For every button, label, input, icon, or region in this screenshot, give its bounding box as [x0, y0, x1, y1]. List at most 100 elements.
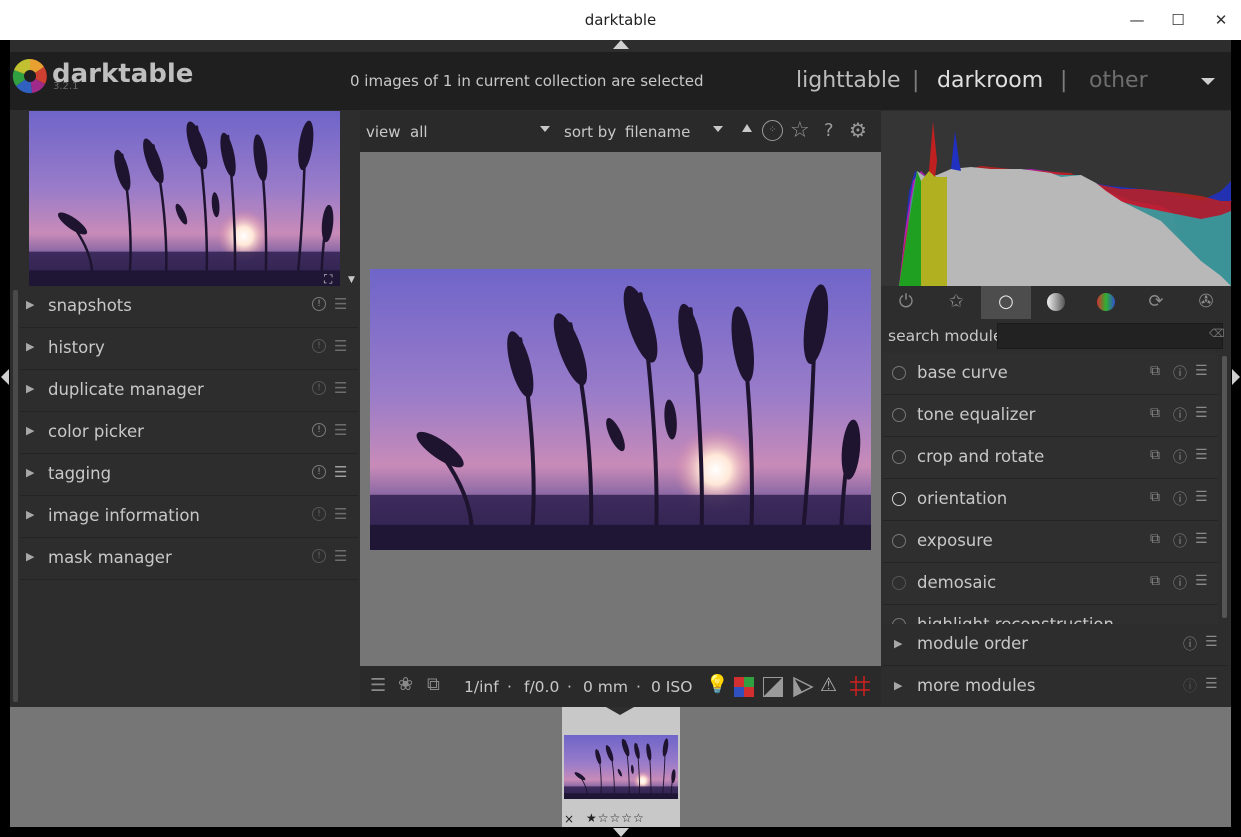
favorites-star-icon[interactable]: ✩ — [942, 289, 970, 315]
guides-icon[interactable] — [792, 676, 814, 698]
presets-menu-icon[interactable]: ☰ — [334, 379, 347, 397]
presets-menu-icon[interactable]: ☰ — [334, 295, 347, 313]
module-base-curve[interactable]: base curve ⧉ ⓘ ☰ — [883, 353, 1218, 395]
reset-icon[interactable]: ! — [312, 549, 326, 563]
presets-menu-icon[interactable]: ☰ — [334, 463, 347, 481]
module-color-picker[interactable]: ▶ color picker ! ☰ — [20, 412, 358, 454]
sort-dropdown-icon[interactable] — [713, 126, 723, 132]
reset-icon[interactable]: ! — [312, 507, 326, 521]
collapse-bottom-panel-arrow[interactable] — [613, 828, 629, 837]
filmstrip-thumbnail[interactable]: × ★☆☆☆☆ — [562, 707, 680, 827]
module-tone-equalizer[interactable]: tone equalizer ⧉ ⓘ ☰ — [883, 395, 1218, 437]
maximize-button[interactable]: ☐ — [1166, 8, 1190, 32]
presets-menu-icon[interactable]: ☰ — [1205, 676, 1218, 692]
lightbulb-icon[interactable]: 💡 — [706, 674, 728, 695]
reset-icon[interactable]: ! — [312, 381, 326, 395]
module-crop-and-rotate[interactable]: crop and rotate ⧉ ⓘ ☰ — [883, 437, 1218, 479]
presets-menu-icon[interactable]: ☰ — [334, 337, 347, 355]
collapse-right-panel-arrow[interactable] — [1232, 369, 1240, 385]
module-order[interactable]: ▶ module order ⓘ ☰ — [883, 624, 1228, 666]
multi-instance-icon[interactable]: ⧉ — [1150, 405, 1160, 421]
reset-icon[interactable]: ⓘ — [1173, 447, 1187, 467]
sort-order-icon[interactable] — [742, 124, 752, 132]
gamut-check-icon[interactable] — [763, 677, 783, 697]
collapse-top-panel-arrow[interactable] — [613, 40, 629, 49]
view-filter-select[interactable]: all — [410, 123, 428, 141]
module-snapshots[interactable]: ▶ snapshots ! ☰ — [20, 286, 358, 328]
reset-icon[interactable]: ⓘ — [1173, 405, 1187, 425]
multi-instance-icon[interactable]: ⧉ — [1150, 447, 1160, 463]
basic-group-circle-icon[interactable]: ○ — [992, 289, 1020, 315]
presets-menu-icon[interactable]: ☰ — [334, 421, 347, 439]
module-demosaic[interactable]: demosaic ⧉ ⓘ ☰ — [883, 563, 1218, 605]
reset-icon[interactable]: ⓘ — [1173, 489, 1187, 509]
minimize-button[interactable]: — — [1125, 8, 1149, 32]
tone-group-icon[interactable] — [1042, 289, 1070, 315]
module-power-icon[interactable] — [892, 492, 906, 506]
presets-menu-icon[interactable]: ☰ — [334, 547, 347, 565]
module-power-icon[interactable] — [892, 534, 906, 548]
navigation-thumbnail[interactable] — [29, 111, 340, 286]
view-other[interactable]: other — [1089, 68, 1148, 93]
second-window-icon[interactable]: ⧉ — [427, 674, 440, 695]
star-filter-icon[interactable]: ☆ — [790, 118, 810, 143]
reset-icon[interactable]: ! — [312, 339, 326, 353]
module-image-information[interactable]: ▶ image information ! ☰ — [20, 496, 358, 538]
module-power-icon[interactable] — [892, 408, 906, 422]
reject-icon[interactable]: × — [564, 812, 574, 826]
view-lighttable[interactable]: lighttable — [796, 68, 900, 93]
module-duplicate-manager[interactable]: ▶ duplicate manager ! ☰ — [20, 370, 358, 412]
quick-access-icon[interactable]: ☰ — [370, 675, 386, 696]
softproof-icon[interactable] — [734, 677, 754, 697]
collapse-left-panel-arrow[interactable] — [1, 369, 9, 385]
styles-icon[interactable]: ❀ — [398, 674, 413, 695]
close-button[interactable]: ✕ — [1209, 8, 1233, 32]
multi-instance-icon[interactable]: ⧉ — [1150, 363, 1160, 379]
module-power-icon[interactable] — [892, 450, 906, 464]
views-dropdown-icon[interactable] — [1201, 78, 1215, 85]
module-orientation[interactable]: orientation ⧉ ⓘ ☰ — [883, 479, 1218, 521]
help-icon[interactable]: ? — [824, 120, 834, 141]
presets-menu-icon[interactable]: ☰ — [1195, 447, 1208, 463]
overexposed-warning-icon[interactable]: ⚠ — [820, 674, 837, 696]
main-image[interactable] — [370, 269, 871, 550]
zoom-fit-icon[interactable]: ⛶ — [324, 272, 332, 287]
module-power-icon[interactable] — [892, 576, 906, 590]
sort-select[interactable]: filename — [625, 123, 690, 141]
histogram[interactable] — [881, 111, 1231, 286]
module-mask-manager[interactable]: ▶ mask manager ! ☰ — [20, 538, 358, 580]
presets-menu-icon[interactable]: ☰ — [1195, 573, 1208, 589]
reset-icon[interactable]: ⓘ — [1183, 676, 1197, 696]
star-rating[interactable]: ★☆☆☆☆ — [586, 811, 645, 825]
preferences-gear-icon[interactable]: ⚙ — [849, 118, 867, 142]
presets-menu-icon[interactable]: ☰ — [1195, 405, 1208, 421]
reset-icon[interactable]: ⓘ — [1173, 573, 1187, 593]
more-modules[interactable]: ▶ more modules ⓘ ☰ — [883, 666, 1228, 708]
left-panel-scrollbar[interactable] — [13, 290, 18, 702]
multi-instance-icon[interactable]: ⧉ — [1150, 489, 1160, 505]
correct-group-icon[interactable]: ⟳ — [1142, 289, 1170, 315]
module-power-icon[interactable] — [892, 366, 906, 380]
clear-search-icon[interactable]: ⌫ — [1209, 327, 1225, 340]
filmstrip-image[interactable] — [564, 735, 678, 799]
view-filter-dropdown-icon[interactable] — [540, 126, 550, 132]
presets-menu-icon[interactable]: ☰ — [1195, 489, 1208, 505]
multi-instance-icon[interactable]: ⧉ — [1150, 531, 1160, 547]
zoom-dropdown-icon[interactable]: ▼ — [348, 275, 355, 285]
presets-menu-icon[interactable]: ☰ — [1195, 363, 1208, 379]
reset-icon[interactable]: ⓘ — [1183, 634, 1197, 654]
reset-icon[interactable]: ! — [312, 465, 326, 479]
presets-menu-icon[interactable]: ☰ — [1195, 531, 1208, 547]
effect-group-icon[interactable]: ✇ — [1192, 289, 1220, 315]
module-list-scrollbar[interactable] — [1222, 356, 1227, 618]
presets-menu-icon[interactable]: ☰ — [1205, 634, 1218, 650]
module-partial[interactable]: highlight reconstruction — [883, 605, 1218, 625]
color-group-icon[interactable] — [1092, 289, 1120, 315]
module-tagging[interactable]: ▶ tagging ! ☰ — [20, 454, 358, 496]
view-darkroom[interactable]: darkroom — [937, 68, 1043, 93]
reset-icon[interactable]: ⓘ — [1173, 531, 1187, 551]
search-module-input[interactable] — [997, 323, 1223, 349]
presets-menu-icon[interactable]: ☰ — [334, 505, 347, 523]
module-exposure[interactable]: exposure ⧉ ⓘ ☰ — [883, 521, 1218, 563]
color-labels-icon[interactable]: ⁘ — [762, 120, 783, 141]
